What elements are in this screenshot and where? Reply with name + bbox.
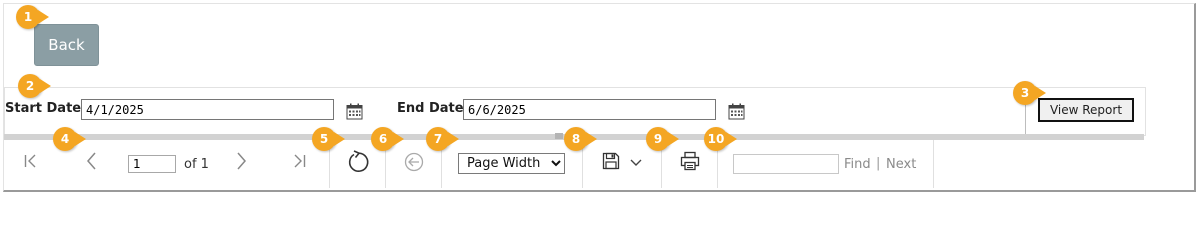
callout-5: 5 xyxy=(312,127,345,151)
callout-4: 4 xyxy=(53,127,86,151)
refresh-icon[interactable] xyxy=(346,150,370,174)
save-icon[interactable] xyxy=(602,152,620,170)
callout-3: 3 xyxy=(1013,81,1046,105)
callout-2: 2 xyxy=(18,74,51,98)
callout-6: 6 xyxy=(371,127,404,151)
last-page-icon[interactable] xyxy=(291,153,307,169)
end-date-input[interactable] xyxy=(463,99,716,120)
zoom-select[interactable]: Page Width xyxy=(458,153,565,174)
print-icon[interactable] xyxy=(680,151,700,171)
next-page-icon[interactable] xyxy=(233,151,249,171)
find-separator: | xyxy=(876,156,881,171)
back-button[interactable]: Back xyxy=(34,24,99,66)
view-report-button[interactable]: View Report xyxy=(1038,98,1134,122)
callout-7: 7 xyxy=(426,127,459,151)
page-number-input[interactable] xyxy=(128,155,176,173)
page-count-text: of 1 xyxy=(184,157,209,172)
start-date-input[interactable] xyxy=(81,99,334,120)
callout-1: 1 xyxy=(16,5,49,29)
previous-page-icon[interactable] xyxy=(84,151,100,171)
find-input[interactable] xyxy=(733,154,839,174)
end-date-label: End Date xyxy=(397,101,464,116)
callout-9: 9 xyxy=(646,127,679,151)
callout-10: 10 xyxy=(704,127,737,151)
start-date-label: Start Date xyxy=(5,101,82,116)
calendar-icon[interactable] xyxy=(346,103,363,120)
find-link[interactable]: Find xyxy=(844,157,871,172)
first-page-icon[interactable] xyxy=(23,153,39,169)
back-to-parent-icon[interactable] xyxy=(404,152,424,172)
report-toolbar: of 1 Page Width Find | Ne xyxy=(4,140,1192,188)
chevron-down-icon[interactable] xyxy=(630,158,642,168)
callout-8: 8 xyxy=(564,127,597,151)
find-next-link[interactable]: Next xyxy=(886,157,916,172)
calendar-icon[interactable] xyxy=(728,103,745,120)
splitter-grip[interactable] xyxy=(555,133,563,139)
toolbar-separator xyxy=(933,140,934,188)
